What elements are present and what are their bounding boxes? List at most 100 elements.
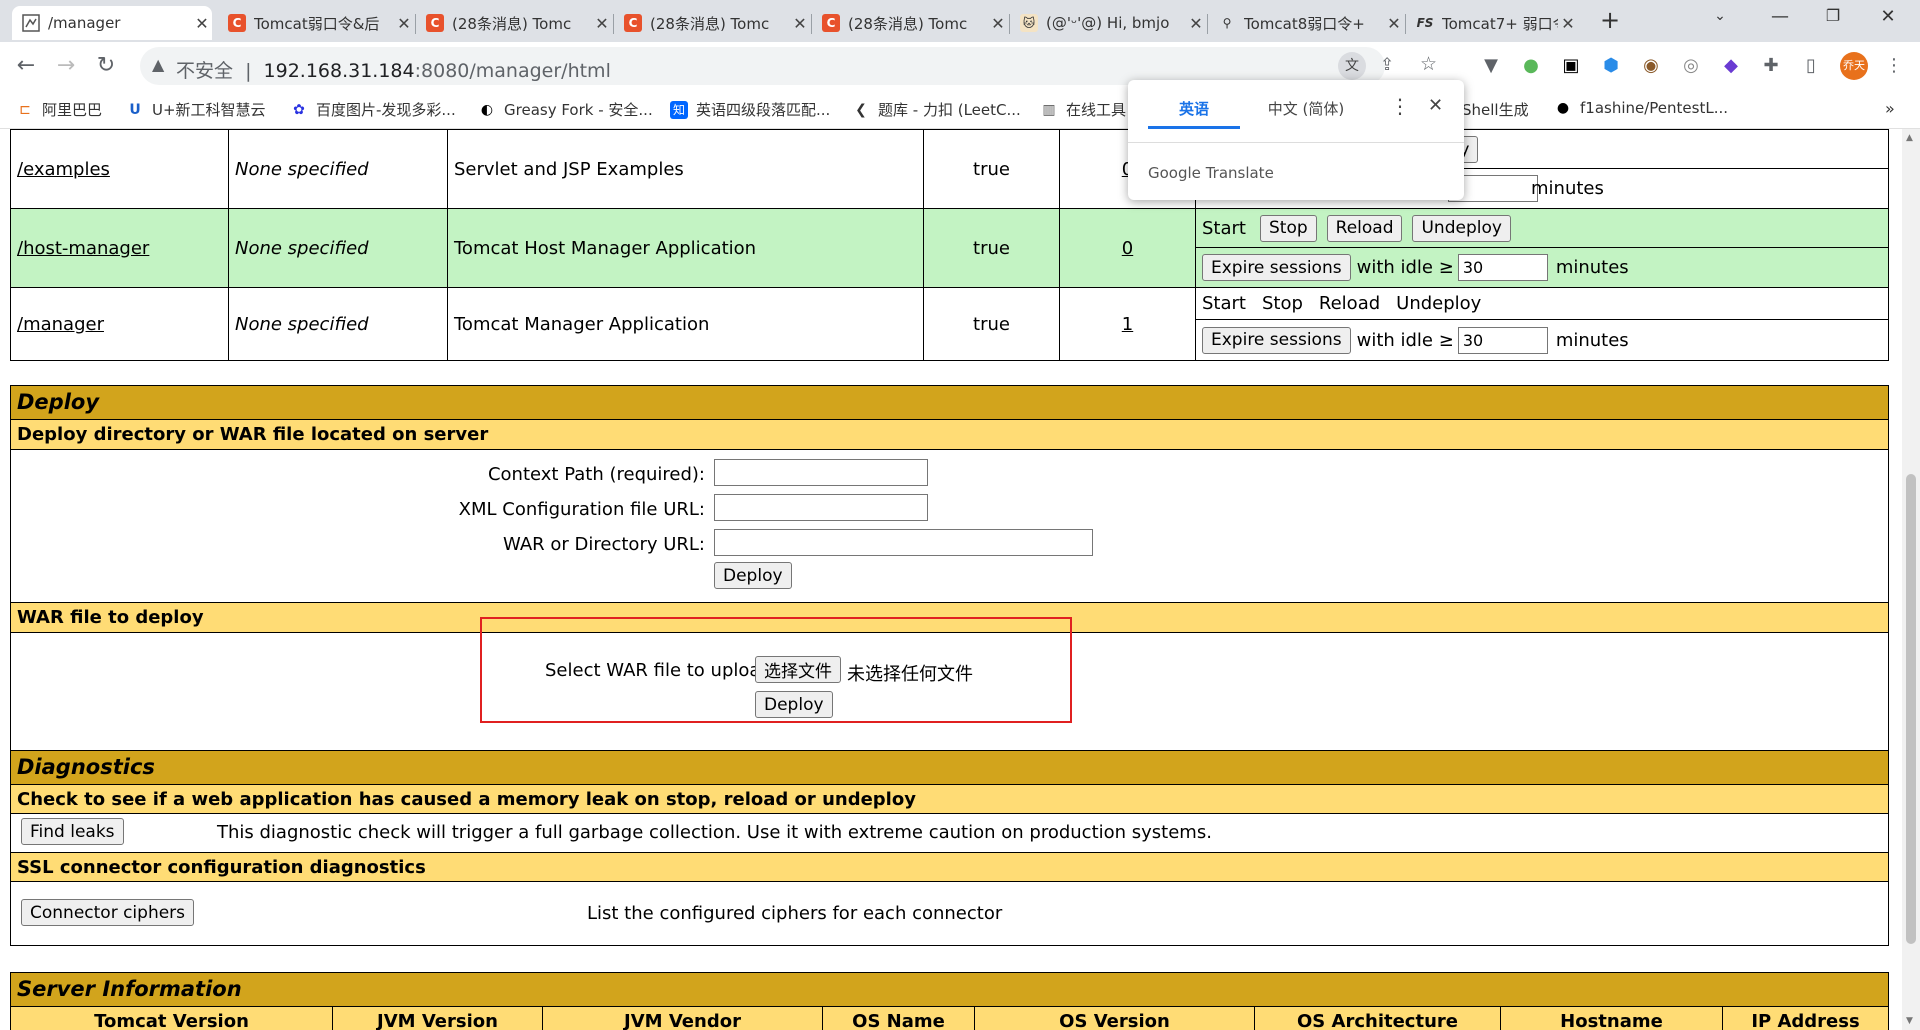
app-expire-cell: Expire sessions with idle ≥ minutes	[1195, 247, 1889, 288]
popup-divider	[1128, 142, 1464, 143]
app-path-cell: /manager	[10, 287, 229, 361]
profile-avatar[interactable]: 乔天	[1840, 52, 1868, 80]
cube-extension-icon[interactable]: ◆	[1719, 54, 1743, 78]
menu-icon[interactable]: ⋮	[1882, 54, 1906, 78]
app-display-name: Tomcat Host Manager Application	[454, 237, 757, 259]
close-tab-icon[interactable]: ✕	[988, 14, 1008, 33]
csdn-c-icon: C	[228, 14, 246, 32]
bookmark-item[interactable]: U U+新工科智慧云	[126, 99, 265, 120]
close-tab-icon[interactable]: ✕	[790, 14, 810, 33]
more-bookmarks-icon[interactable]: »	[1885, 99, 1895, 118]
translate-target-tab[interactable]: 中文 (简体)	[1250, 98, 1362, 119]
close-tab-icon[interactable]: ✕	[1384, 14, 1404, 33]
close-popup-icon[interactable]: ✕	[1428, 95, 1443, 116]
app-sessions-link[interactable]: 1	[1122, 314, 1133, 335]
app-path-link[interactable]: /host-manager	[17, 238, 149, 259]
tab-manager[interactable]: /manager ✕	[12, 6, 212, 40]
idle-minutes-input[interactable]	[1457, 326, 1548, 354]
idle-minutes-input[interactable]	[1457, 254, 1548, 281]
tab-title: /manager	[48, 14, 121, 32]
minimize-icon[interactable]: —	[1760, 6, 1800, 27]
new-tab-button[interactable]: +	[1590, 6, 1630, 34]
more-options-icon[interactable]: ⋮	[1390, 94, 1410, 118]
github-icon: ●	[1556, 100, 1570, 116]
bookmark-item[interactable]: ● f1ashine/PentestL...	[1554, 99, 1728, 117]
side-panel-icon[interactable]: ▯	[1799, 54, 1823, 78]
close-tab-icon[interactable]: ✕	[192, 14, 212, 33]
close-tab-icon[interactable]: ✕	[394, 14, 414, 33]
share-icon[interactable]: ⇪	[1380, 55, 1394, 75]
translate-brand: Translate	[1205, 164, 1274, 182]
column-header: JVM Version	[333, 1007, 543, 1030]
app-expire-cell: Expire sessions with idle ≥ minutes	[1195, 319, 1889, 361]
deploy-server-button[interactable]: Deploy	[714, 562, 792, 589]
app-path-link[interactable]: /examples	[17, 159, 110, 180]
connector-ciphers-button[interactable]: Connector ciphers	[21, 899, 195, 926]
expire-sessions-button[interactable]: Expire sessions	[1202, 326, 1351, 354]
bookmark-item[interactable]: ▥ 在线工具	[1040, 99, 1126, 120]
bookmark-label: 阿里巴巴	[42, 101, 103, 119]
tab-item[interactable]: C Tomcat弱口令&后 ✕	[218, 6, 414, 40]
app-running-cell: true	[923, 208, 1060, 288]
cookie-icon[interactable]: ◉	[1639, 54, 1663, 78]
war-directory-input[interactable]	[714, 529, 1093, 556]
tab-item[interactable]: 🐱 (@'ᵕ'@) Hi, bmjo ✕	[1010, 6, 1206, 40]
app-version: None specified	[235, 237, 369, 259]
with-idle-label: with idle ≥	[1356, 257, 1454, 278]
bookmark-item[interactable]: ⊏ 阿里巴巴	[16, 99, 102, 120]
expire-sessions-button[interactable]: Expire sessions	[1202, 254, 1351, 281]
deploy-server-title: Deploy directory or WAR file located on …	[17, 424, 489, 445]
tab-item[interactable]: C (28条消息) Tomc ✕	[416, 6, 612, 40]
avatar-icon: 🐱	[1020, 14, 1038, 32]
tab-search-icon[interactable]: ⌄	[1700, 8, 1740, 24]
tab-item[interactable]: ⚲ Tomcat8弱口令+ ✕	[1208, 6, 1404, 40]
tab-item[interactable]: FS Tomcat7+ 弱口令 ✕	[1406, 6, 1578, 40]
find-leaks-button[interactable]: Find leaks	[21, 818, 124, 845]
app-display-name: Servlet and JSP Examples	[454, 158, 684, 180]
back-icon[interactable]: ←	[10, 50, 42, 82]
scroll-down-icon[interactable]: ▼	[1906, 1016, 1913, 1026]
close-tab-icon[interactable]: ✕	[1186, 14, 1206, 33]
close-tab-icon[interactable]: ✕	[592, 14, 612, 33]
vue-devtools-icon[interactable]: ▼	[1479, 54, 1503, 78]
bookmark-item[interactable]: ◐ Greasy Fork - 安全...	[478, 99, 653, 120]
translate-icon[interactable]: 文	[1338, 52, 1366, 80]
globe-extension-icon[interactable]: ◎	[1679, 54, 1703, 78]
translate-popup: 英语 中文 (简体) ⋮ ✕ Google Translate	[1128, 80, 1464, 200]
restore-icon[interactable]: ❐	[1813, 6, 1853, 25]
u-plus-icon: U	[129, 101, 141, 118]
app-sessions-link[interactable]: 0	[1122, 238, 1133, 259]
bookmark-item[interactable]: 知英语四级段落匹配...	[670, 99, 830, 120]
extension-icon[interactable]: ▣	[1559, 54, 1583, 78]
xml-config-input[interactable]	[714, 494, 928, 521]
app-path-link[interactable]: /manager	[17, 314, 104, 335]
tab-item[interactable]: C (28条消息) Tomc ✕	[614, 6, 810, 40]
baidu-paw-icon: ✿	[293, 101, 305, 118]
puzzle-icon[interactable]: ✚	[1759, 54, 1783, 78]
green-dot-extension-icon[interactable]: ●	[1519, 54, 1543, 78]
tab-item[interactable]: C (28条消息) Tomc ✕	[812, 6, 1008, 40]
app-display-cell: Tomcat Manager Application	[447, 287, 924, 361]
bookmark-star-icon[interactable]: ☆	[1420, 53, 1437, 75]
bookmark-item[interactable]: Shell生成	[1462, 99, 1529, 120]
shield-extension-icon[interactable]: ⬢	[1599, 54, 1623, 78]
reload-icon[interactable]: ↻	[90, 50, 122, 82]
close-tab-icon[interactable]: ✕	[1558, 14, 1578, 33]
app-path-cell: /examples	[10, 129, 229, 209]
forward-icon[interactable]: →	[50, 50, 82, 82]
close-window-icon[interactable]: ✕	[1868, 6, 1908, 27]
scrollbar-thumb[interactable]	[1906, 474, 1916, 944]
bookmark-item[interactable]: ❮ 题库 - 力扣 (LeetC...	[852, 99, 1021, 120]
bookmark-item[interactable]: ✿ 百度图片-发现多彩...	[290, 99, 456, 120]
undeploy-button[interactable]: Undeploy	[1412, 214, 1511, 242]
csdn-c-icon: C	[624, 14, 642, 32]
scroll-up-icon[interactable]: ▲	[1906, 133, 1913, 143]
page-scrollbar[interactable]: ▲ ▼	[1902, 129, 1920, 1030]
context-path-input[interactable]	[714, 459, 928, 486]
stop-button[interactable]: Stop	[1259, 214, 1317, 242]
reload-button[interactable]: Reload	[1326, 214, 1403, 242]
app-sessions-cell: 1	[1059, 287, 1196, 361]
translate-source-tab[interactable]: 英语	[1148, 98, 1240, 119]
app-version: None specified	[235, 158, 369, 180]
browser-toolbar: ← → ↻ ▲ 不安全 | 192.168.31.184:8080/manage…	[0, 42, 1920, 90]
